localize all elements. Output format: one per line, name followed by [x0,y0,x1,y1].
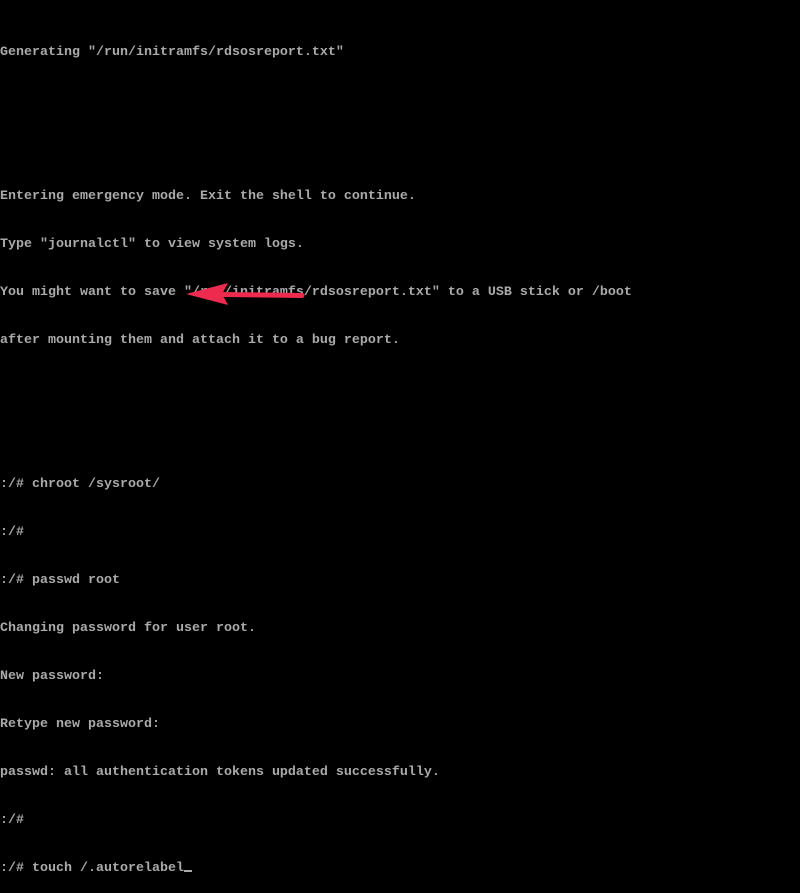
terminal-prompt-line[interactable]: :/# touch /.autorelabel [0,861,800,877]
text-cursor [183,870,192,872]
terminal-line: Changing password for user root. [0,621,256,636]
terminal-line: Retype new password: [0,717,160,732]
arrow-left-icon [186,283,305,305]
terminal-line: :/# [0,813,24,828]
terminal-line: New password: [0,669,104,684]
terminal-line: passwd: all authentication tokens update… [0,765,440,780]
terminal-line: :/# passwd root [0,573,120,588]
command-text: :/# touch /.autorelabel [0,861,184,876]
